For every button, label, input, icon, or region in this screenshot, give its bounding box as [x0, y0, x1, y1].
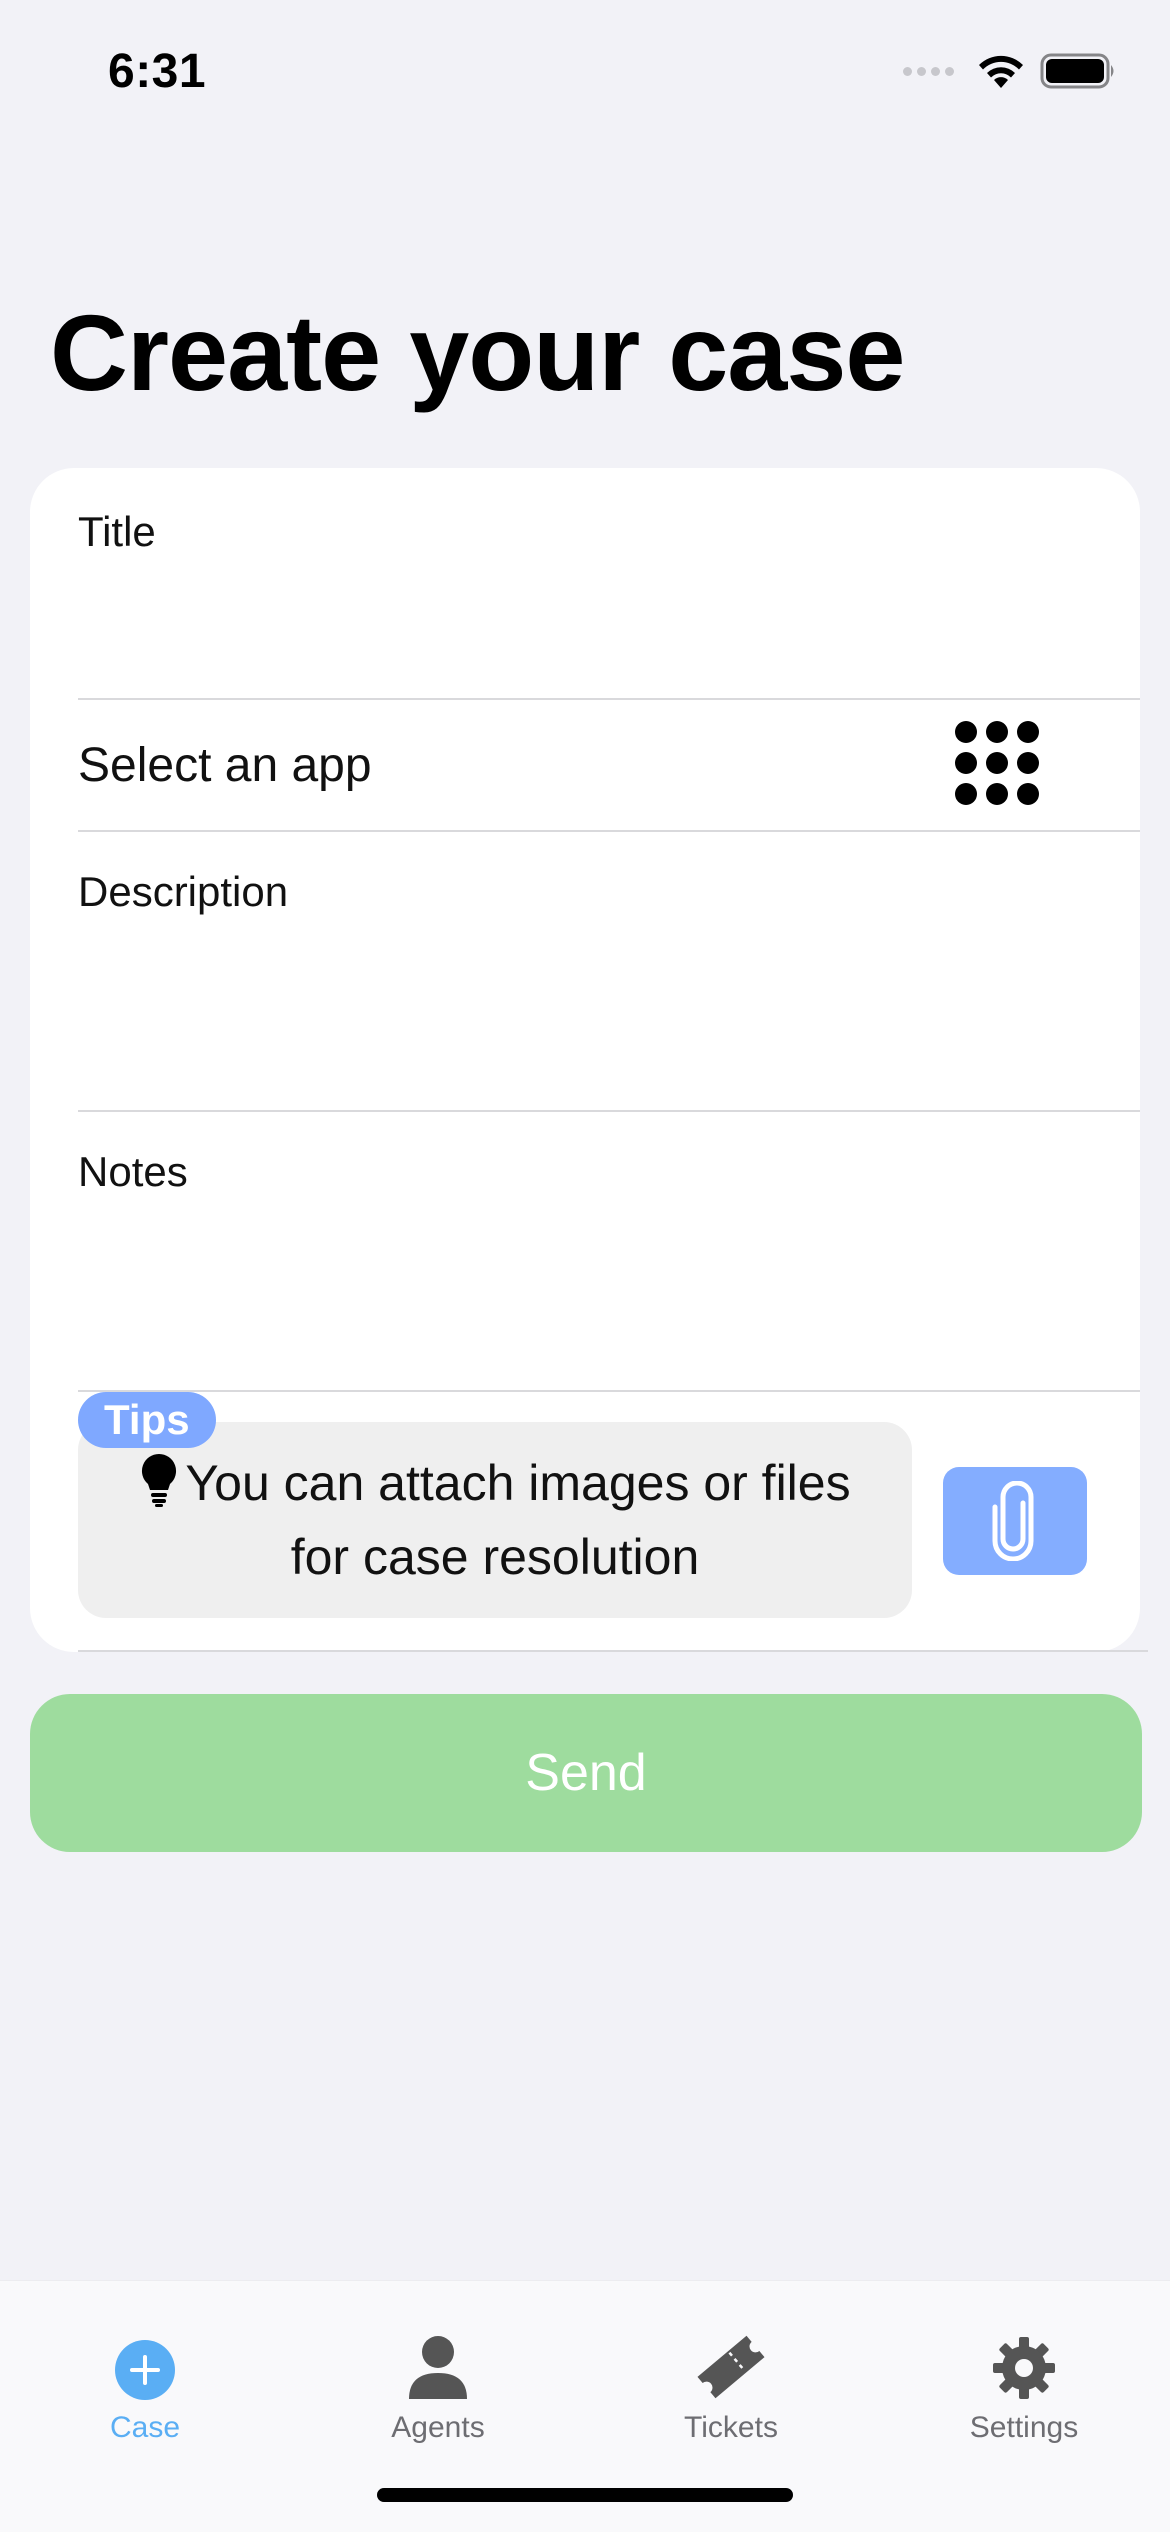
select-app-row[interactable]: Select an app [78, 700, 1140, 830]
app-grid-icon[interactable] [954, 720, 1040, 811]
attach-file-button[interactable] [943, 1467, 1087, 1575]
status-icons [903, 52, 1118, 90]
description-label: Description [78, 868, 289, 915]
gear-icon [991, 2329, 1057, 2401]
tab-case[interactable]: Case [25, 2329, 265, 2445]
tab-settings[interactable]: Settings [904, 2329, 1144, 2445]
paperclip-icon [992, 1481, 1034, 1561]
person-icon [407, 2329, 469, 2401]
title-label: Title [78, 508, 156, 555]
tab-agents[interactable]: Agents [318, 2329, 558, 2445]
divider [78, 1110, 1140, 1112]
cellular-signal-icon [903, 66, 954, 76]
wifi-icon [976, 52, 1026, 90]
status-time: 6:31 [108, 45, 207, 98]
tab-label: Agents [391, 2411, 485, 2444]
page-title: Create your case [50, 292, 905, 413]
battery-icon [1040, 52, 1118, 90]
tab-label: Case [109, 2411, 181, 2444]
tips-badge: Tips [78, 1392, 216, 1448]
plus-circle-icon [114, 2329, 176, 2401]
tips-text: You can attach images or files for case … [185, 1455, 851, 1585]
notes-label: Notes [78, 1148, 188, 1195]
screen: 6:31 Create your case Title Select an ap… [0, 0, 1170, 2532]
divider [78, 1650, 1148, 1652]
tips-box: You can attach images or files for case … [78, 1422, 912, 1618]
lightbulb-icon [139, 1452, 179, 1524]
case-form-card: Title Select an app Description Notes Yo… [30, 468, 1140, 1652]
divider [78, 1390, 1140, 1392]
divider [78, 830, 1140, 832]
tab-tickets[interactable]: Tickets [611, 2329, 851, 2445]
select-app-label: Select an app [78, 738, 372, 792]
description-field[interactable]: Description [78, 868, 1140, 916]
tab-label: Settings [969, 2411, 1079, 2444]
home-indicator [377, 2488, 793, 2502]
notes-field[interactable]: Notes [78, 1148, 1140, 1196]
ticket-icon [695, 2329, 767, 2401]
tab-label: Tickets [684, 2411, 778, 2444]
send-button[interactable]: Send [30, 1694, 1142, 1852]
title-field[interactable]: Title [78, 508, 1140, 556]
